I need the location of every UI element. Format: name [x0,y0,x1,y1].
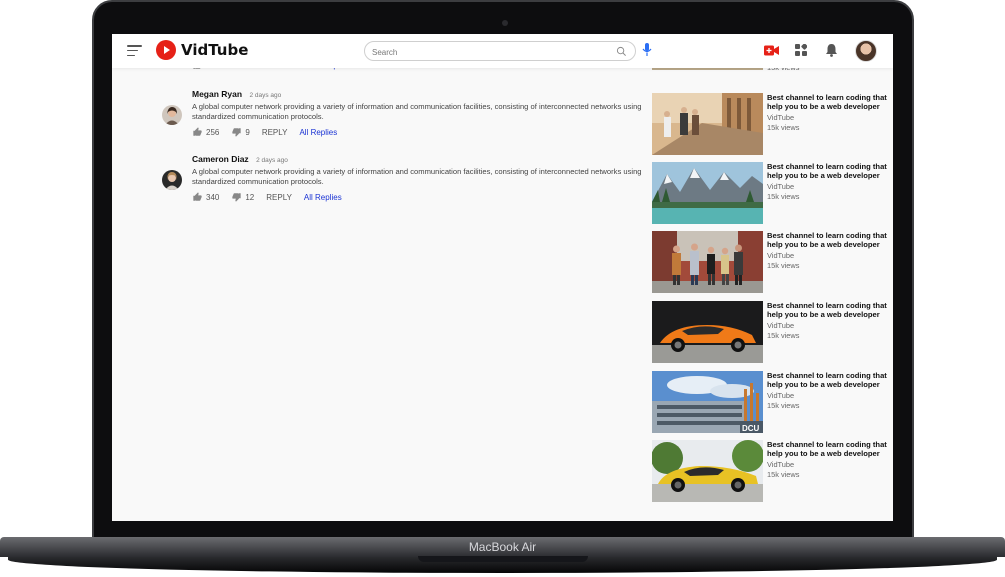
screen: — — All Replies 15k views VidTube [112,34,893,521]
search-input[interactable] [365,43,595,62]
video-views: 15k views [767,192,800,202]
top-header: VidTube [112,34,893,68]
video-thumbnail[interactable] [652,440,763,502]
commenter-avatar [162,105,182,125]
video-channel[interactable]: VidTube [767,321,887,330]
laptop-base: MacBook Air [0,537,1005,577]
comment-item: Megan Ryan 2 days ago A global computer … [162,89,642,149]
video-title[interactable]: Best channel to learn coding that help y… [767,301,887,319]
comment-time: 2 days ago [249,92,282,99]
comment-text: A global computer network providing a va… [192,167,642,186]
svg-text:DCU: DCU [742,424,760,433]
thumbs-up-icon[interactable] [192,127,203,137]
dislike-count: 9 [245,127,250,137]
video-views: 15k views [767,331,800,341]
play-logo-icon [156,40,176,60]
camera-icon [502,20,508,26]
all-replies-link[interactable]: All Replies [304,193,342,202]
thumbs-down-icon[interactable] [231,127,242,137]
video-channel[interactable]: VidTube [767,113,887,122]
comment-item: Cameron Diaz 2 days ago A global compute… [162,154,642,214]
menu-icon[interactable] [127,45,142,57]
bell-icon[interactable] [825,43,838,57]
logo-text: VidTube [181,41,249,59]
video-views: 15k views [767,401,800,411]
video-title[interactable]: Best channel to learn coding that help y… [767,162,887,180]
suggested-video[interactable]: Best channel to learn coding that help y… [652,93,892,155]
reply-button[interactable]: REPLY [266,193,292,202]
video-thumbnail[interactable] [652,231,763,293]
video-channel[interactable]: VidTube [767,251,887,260]
video-channel[interactable]: VidTube [767,182,887,191]
video-thumbnail[interactable]: DCU [652,371,763,433]
microphone-icon[interactable] [642,43,652,57]
search-box [364,41,636,62]
video-title[interactable]: Best channel to learn coding that help y… [767,440,887,458]
search-icon[interactable] [616,46,627,57]
logo[interactable]: VidTube [156,40,248,60]
video-thumbnail[interactable] [652,93,763,155]
all-replies-link[interactable]: All Replies [299,128,337,137]
like-count: 256 [206,127,220,137]
create-video-icon[interactable] [764,45,779,56]
comment-text: A global computer network providing a va… [192,102,642,121]
suggested-video[interactable]: Best channel to learn coding that help y… [652,162,892,224]
video-title[interactable]: Best channel to learn coding that help y… [767,93,887,111]
video-channel[interactable]: VidTube [767,391,887,400]
video-views: 15k views [767,123,800,133]
suggested-video[interactable]: DCU Best channel to learn coding that he… [652,371,892,433]
video-title[interactable]: Best channel to learn coding that help y… [767,231,887,249]
user-avatar[interactable] [855,40,877,62]
suggested-video[interactable]: Best channel to learn coding that help y… [652,231,892,293]
apps-icon[interactable] [795,44,807,56]
reply-button[interactable]: REPLY [262,128,288,137]
suggested-video[interactable]: Best channel to learn coding that help y… [652,301,892,363]
thumbs-down-icon[interactable] [231,192,242,202]
thumbs-up-icon[interactable] [192,192,203,202]
comment-author[interactable]: Megan Ryan [192,89,242,99]
dislike-count: 12 [245,192,255,202]
video-title[interactable]: Best channel to learn coding that help y… [767,371,887,389]
video-views: 15k views [767,470,800,480]
comment-author[interactable]: Cameron Diaz [192,154,249,164]
like-count: 340 [206,192,220,202]
video-channel[interactable]: VidTube [767,460,887,469]
video-thumbnail[interactable] [652,162,763,224]
comment-time: 2 days ago [256,157,288,164]
commenter-avatar [162,170,182,190]
suggested-video[interactable]: Best channel to learn coding that help y… [652,440,892,502]
device-label: MacBook Air [468,540,537,554]
video-thumbnail[interactable] [652,301,763,363]
video-views: 15k views [767,261,800,271]
